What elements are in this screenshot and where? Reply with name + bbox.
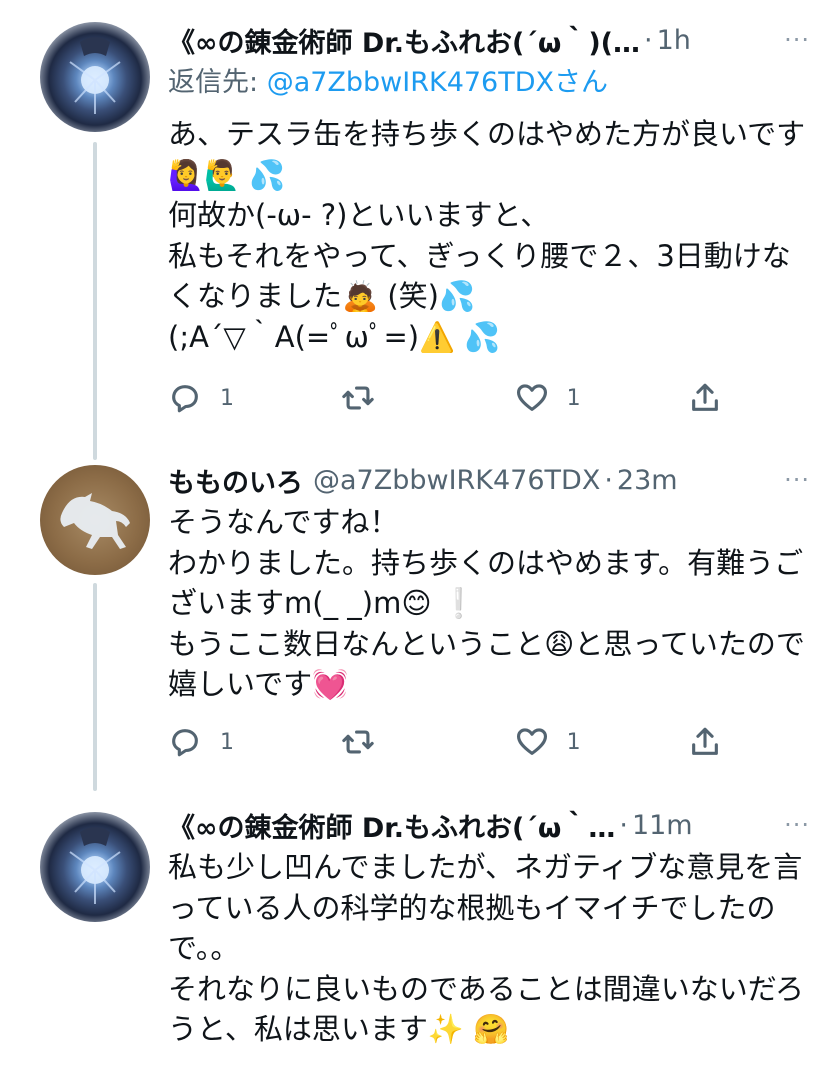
like-button[interactable]: 1 — [515, 725, 625, 759]
avatar-image — [60, 493, 130, 549]
timestamp[interactable]: 1h — [657, 25, 691, 56]
like-count: 1 — [566, 385, 581, 411]
retweet-icon — [342, 730, 375, 754]
retweet-button[interactable] — [341, 381, 451, 415]
share-icon — [692, 727, 718, 755]
reply-button[interactable]: 1 — [168, 725, 278, 759]
timestamp[interactable]: 23m — [617, 465, 678, 496]
display-name[interactable]: 《∞の錬金術師 Dr.もふれお(´ω｀)(… — [168, 21, 640, 60]
retweet-button[interactable] — [341, 725, 451, 759]
more-options-icon[interactable]: ··· — [768, 26, 810, 54]
reply-mention-link[interactable]: @a7ZbbwIRK476TDXさん — [267, 67, 608, 98]
tweet-text: あ、テスラ缶を持ち歩くのはやめた方が良いです🙋‍♀️🙋‍♂️ 💦 何故か(-ω-… — [168, 117, 806, 354]
avatar[interactable] — [40, 812, 150, 922]
avatar[interactable] — [40, 465, 150, 575]
separator-dot: · — [604, 464, 613, 496]
tweet-text: そうなんですね！ わかりました。持ち歩くのはやめます。有難うございますm(_ _… — [168, 505, 805, 701]
thread-line — [93, 142, 97, 460]
separator-dot: · — [619, 809, 628, 841]
like-button[interactable]: 1 — [515, 381, 625, 415]
thread-line — [93, 583, 97, 791]
reply-icon — [172, 729, 198, 757]
timestamp[interactable]: 11m — [632, 810, 693, 841]
tweet-actions: 1 1 — [168, 376, 728, 420]
heart-icon — [516, 728, 547, 755]
share-button[interactable] — [688, 381, 728, 415]
reply-count: 1 — [220, 729, 234, 755]
avatar-image — [69, 37, 121, 114]
more-options-icon[interactable]: ··· — [768, 811, 810, 839]
heart-icon — [516, 384, 547, 411]
separator-dot: · — [644, 24, 653, 56]
reply-button[interactable]: 1 — [168, 381, 278, 415]
handle[interactable]: @a7ZbbwIRK476TDX — [313, 465, 600, 496]
avatar-image — [69, 827, 121, 904]
reply-count: 1 — [220, 385, 234, 411]
share-button[interactable] — [688, 725, 728, 759]
reply-icon — [172, 385, 198, 413]
reply-context: 返信先: @a7ZbbwIRK476TDXさん — [168, 62, 810, 104]
avatar[interactable] — [40, 22, 150, 132]
more-options-icon[interactable]: ··· — [768, 466, 810, 494]
reply-prefix: 返信先: — [168, 67, 267, 98]
tweet-text: 私も少し凹んでましたが、ネガティブな意見を言っている人の科学的な根拠もイマイチで… — [168, 850, 804, 1046]
like-count: 1 — [566, 729, 581, 755]
display-name[interactable]: 《∞の錬金術師 Dr.もふれお(´ω｀… — [168, 806, 615, 845]
tweet-actions: 1 1 — [168, 720, 728, 764]
retweet-icon — [342, 386, 375, 410]
share-icon — [692, 383, 718, 411]
display-name[interactable]: もものいろ — [168, 461, 303, 500]
